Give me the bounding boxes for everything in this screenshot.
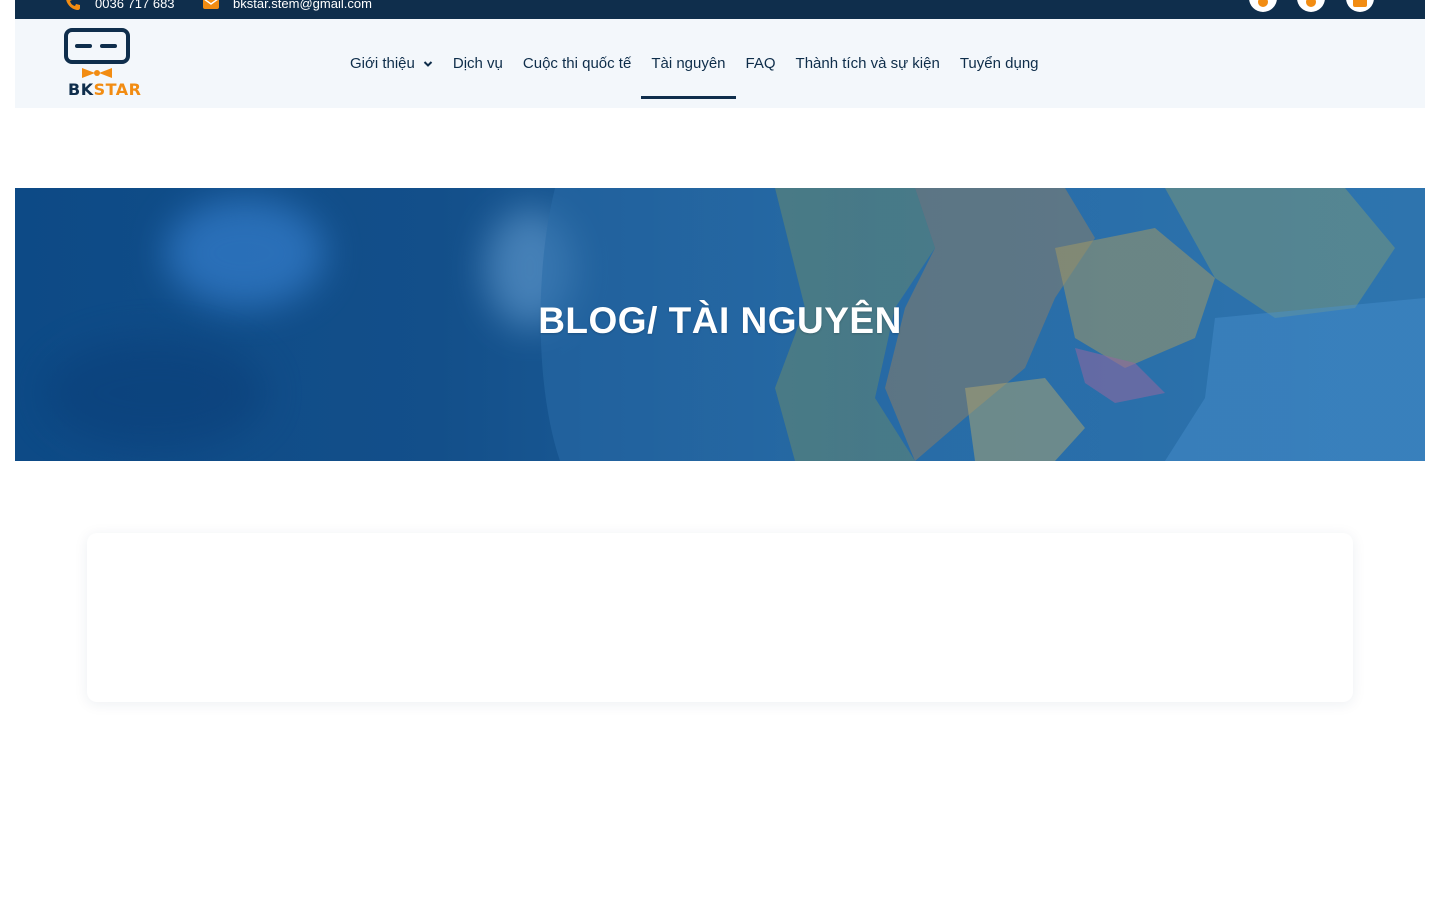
bkstar-logo[interactable]: BKSTAR	[64, 28, 141, 100]
phone-icon	[66, 0, 80, 10]
logo-text-bk: BK	[68, 80, 94, 99]
nav-item-tuyen-dung[interactable]: Tuyển dụng	[950, 42, 1049, 86]
main-navigation: Giới thiệu Dịch vụ Cuộc thi quốc tế Tài …	[340, 19, 1049, 108]
nav-label: Thành tích và sự kiện	[795, 55, 940, 72]
email-contact[interactable]: bkstar.stem@gmail.com	[203, 0, 372, 13]
top-contact-bar: 0036 717 683 bkstar.stem@gmail.com	[15, 0, 1425, 19]
email-address: bkstar.stem@gmail.com	[233, 0, 372, 11]
content-card	[87, 533, 1353, 702]
phone-number: 0036 717 683	[95, 0, 175, 11]
nav-label: Giới thiệu	[350, 55, 415, 72]
instagram-icon[interactable]	[1297, 0, 1325, 12]
phone-contact[interactable]: 0036 717 683	[65, 0, 175, 13]
nav-label: Dịch vụ	[452, 55, 503, 72]
nav-label: Tài nguyên	[651, 55, 726, 72]
nav-item-dich-vu[interactable]: Dịch vụ	[443, 42, 513, 86]
nav-label: FAQ	[745, 55, 776, 72]
nav-item-thanh-tich[interactable]: Thành tích và sự kiện	[786, 42, 950, 86]
logo-mark-icon	[64, 28, 130, 78]
page-title: BLOG/ TÀI NGUYÊN	[538, 300, 902, 341]
youtube-icon[interactable]	[1346, 0, 1374, 12]
hero-banner: BLOG/ TÀI NGUYÊN	[15, 188, 1425, 461]
nav-item-tai-nguyen[interactable]: Tài nguyên	[641, 42, 736, 99]
envelope-icon	[203, 0, 219, 9]
nav-item-cuoc-thi-quoc-te[interactable]: Cuộc thi quốc tế	[513, 42, 641, 86]
nav-item-faq[interactable]: FAQ	[736, 42, 786, 86]
logo-text: BKSTAR	[68, 80, 142, 99]
site-header: BKSTAR Giới thiệu Dịch vụ Cuộc thi quốc …	[15, 19, 1425, 108]
facebook-icon[interactable]	[1249, 0, 1277, 12]
chevron-down-icon	[423, 60, 433, 67]
nav-label: Tuyển dụng	[959, 55, 1039, 72]
logo-text-star: STAR	[93, 80, 142, 99]
nav-label: Cuộc thi quốc tế	[522, 55, 632, 72]
nav-item-gioi-thieu[interactable]: Giới thiệu	[340, 42, 443, 86]
